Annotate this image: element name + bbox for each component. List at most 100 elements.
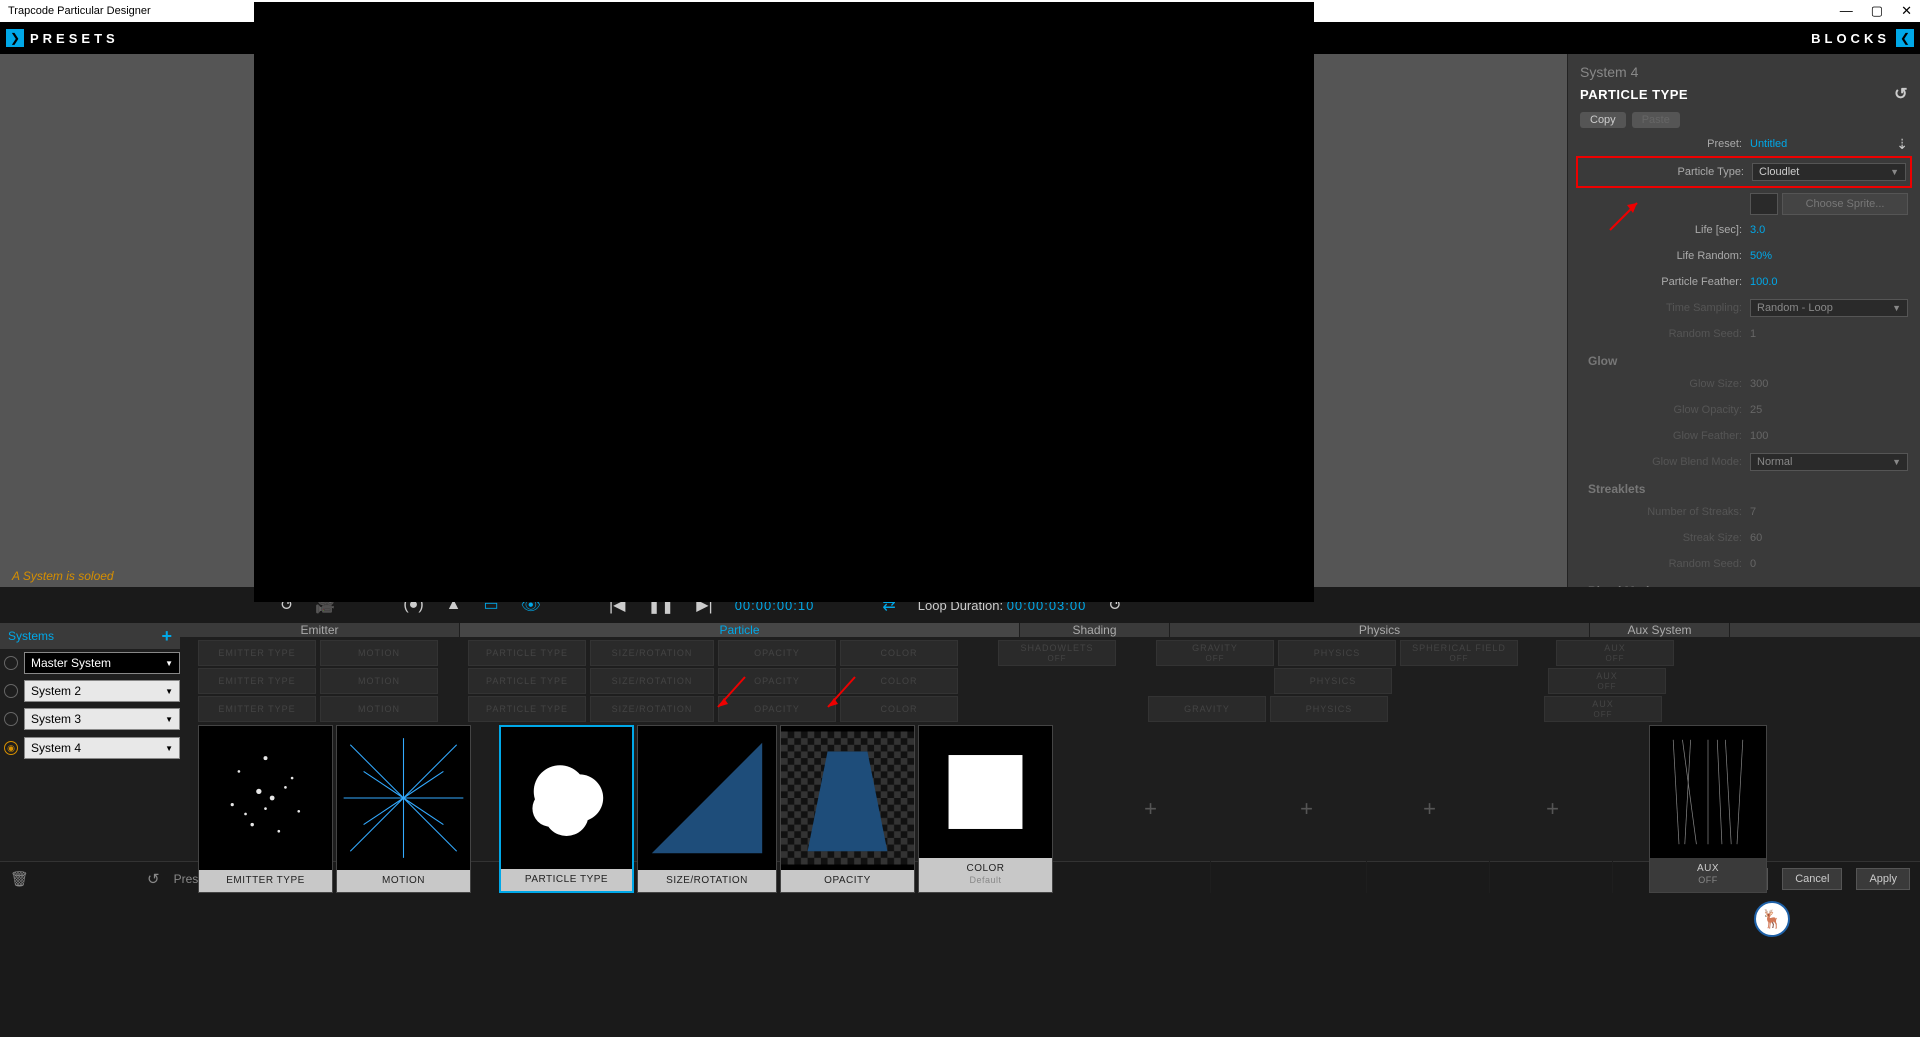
block-shadowlets[interactable]: SHADOWLETSOFF xyxy=(998,640,1116,666)
streaklets-section: Streaklets xyxy=(1588,482,1908,496)
block-emitter-type[interactable]: EMITTER TYPE xyxy=(198,668,316,694)
block-opacity[interactable]: OPACITY xyxy=(718,668,836,694)
col-aux[interactable]: Aux System xyxy=(1590,623,1730,637)
system-select-3[interactable]: System 3▼ xyxy=(24,708,180,730)
block-opacity[interactable]: OPACITY xyxy=(718,696,836,722)
block-row: EMITTER TYPE MOTION PARTICLE TYPE SIZE/R… xyxy=(180,695,1920,723)
block-size-rot[interactable]: SIZE/ROTATION xyxy=(590,668,714,694)
particle-type-select[interactable]: Cloudlet▼ xyxy=(1752,163,1906,181)
life-label: Life [sec]: xyxy=(1580,224,1750,236)
streak-rseed-value: 0 xyxy=(1750,558,1756,570)
window-title: Trapcode Particular Designer xyxy=(8,5,151,17)
eye-icon-master[interactable] xyxy=(4,656,18,670)
eye-icon-4[interactable]: ◉ xyxy=(4,741,18,755)
system-select-master[interactable]: Master System▼ xyxy=(24,652,180,674)
block-color[interactable]: COLOR xyxy=(840,696,958,722)
col-emitter[interactable]: Emitter xyxy=(180,623,460,637)
paste-button[interactable]: Paste xyxy=(1632,112,1680,128)
choose-sprite-button[interactable]: Choose Sprite... xyxy=(1782,193,1908,215)
add-physics-button[interactable]: + xyxy=(1370,725,1490,893)
thumb-aux[interactable]: AUXOFF xyxy=(1649,725,1767,893)
random-seed-value: 1 xyxy=(1750,328,1756,340)
col-shading[interactable]: Shading xyxy=(1020,623,1170,637)
thumb-motion[interactable]: MOTION xyxy=(336,725,471,893)
block-aux[interactable]: AUXOFF xyxy=(1548,668,1666,694)
glow-blend-label: Glow Blend Mode: xyxy=(1580,456,1750,468)
glow-blend-select: Normal▼ xyxy=(1750,453,1908,471)
add-gravity-button[interactable]: + xyxy=(1247,725,1367,893)
block-physics[interactable]: PHYSICS xyxy=(1270,696,1388,722)
block-opacity[interactable]: OPACITY xyxy=(718,640,836,666)
presets-toggle-button[interactable]: ❯ xyxy=(6,29,24,47)
thumb-color[interactable]: COLORDefault xyxy=(918,725,1053,893)
properties-panel: System 4 PARTICLE TYPE ↺ Copy Paste Pres… xyxy=(1567,54,1920,587)
glow-feather-label: Glow Feather: xyxy=(1580,430,1750,442)
feather-label: Particle Feather: xyxy=(1580,276,1750,288)
add-shading-button[interactable]: + xyxy=(1091,725,1211,893)
reset-icon[interactable]: ↺ xyxy=(1894,84,1908,104)
block-gravity[interactable]: GRAVITY xyxy=(1148,696,1266,722)
life-random-label: Life Random: xyxy=(1580,250,1750,262)
glow-opacity-value: 25 xyxy=(1750,404,1762,416)
footer-reset-icon[interactable]: ↺ xyxy=(147,870,160,888)
block-aux[interactable]: AUXOFF xyxy=(1556,640,1674,666)
thumb-opacity[interactable]: OPACITY xyxy=(780,725,915,893)
preview-canvas[interactable] xyxy=(254,2,1314,602)
blocks-label[interactable]: BLOCKS xyxy=(1811,31,1890,46)
panel-system-title: System 4 xyxy=(1580,64,1908,80)
life-random-value[interactable]: 50% xyxy=(1750,250,1772,262)
block-particle-type[interactable]: PARTICLE TYPE xyxy=(468,640,586,666)
time-sampling-select: Random - Loop▼ xyxy=(1750,299,1908,317)
watermark-badge: 🦌 xyxy=(1754,901,1790,937)
block-particle-type[interactable]: PARTICLE TYPE xyxy=(468,668,586,694)
block-particle-type[interactable]: PARTICLE TYPE xyxy=(468,696,586,722)
window-minimize-icon[interactable]: — xyxy=(1840,3,1853,19)
eye-icon-3[interactable] xyxy=(4,712,18,726)
glow-section: Glow xyxy=(1588,354,1908,368)
block-motion[interactable]: MOTION xyxy=(320,640,438,666)
glow-size-label: Glow Size: xyxy=(1580,378,1750,390)
sprite-swatch[interactable] xyxy=(1750,193,1778,215)
window-close-icon[interactable]: ✕ xyxy=(1901,3,1912,19)
time-sampling-label: Time Sampling: xyxy=(1580,302,1750,314)
block-emitter-type[interactable]: EMITTER TYPE xyxy=(198,640,316,666)
block-physics[interactable]: PHYSICS xyxy=(1278,640,1396,666)
block-emitter-type[interactable]: EMITTER TYPE xyxy=(198,696,316,722)
thumb-size-rotation[interactable]: SIZE/ROTATION xyxy=(637,725,777,893)
col-particle[interactable]: Particle xyxy=(460,623,1020,637)
block-motion[interactable]: MOTION xyxy=(320,696,438,722)
life-value[interactable]: 3.0 xyxy=(1750,224,1765,236)
system-select-2[interactable]: System 2▼ xyxy=(24,680,180,702)
streak-size-label: Streak Size: xyxy=(1580,532,1750,544)
block-aux[interactable]: AUXOFF xyxy=(1544,696,1662,722)
block-color[interactable]: COLOR xyxy=(840,640,958,666)
save-preset-icon[interactable]: ⇣ xyxy=(1896,136,1908,153)
add-spherical-button[interactable]: + xyxy=(1493,725,1613,893)
block-spherical[interactable]: SPHERICAL FIELDOFF xyxy=(1400,640,1518,666)
systems-header: Systems xyxy=(8,629,54,643)
block-color[interactable]: COLOR xyxy=(840,668,958,694)
thumb-particle-type[interactable]: PARTICLE TYPE xyxy=(499,725,634,893)
system-select-4[interactable]: System 4▼ xyxy=(24,737,180,759)
preset-value[interactable]: Untitled xyxy=(1750,138,1896,150)
glow-feather-value: 100 xyxy=(1750,430,1768,442)
col-physics[interactable]: Physics xyxy=(1170,623,1590,637)
block-size-rot[interactable]: SIZE/ROTATION xyxy=(590,640,714,666)
block-gravity[interactable]: GRAVITYOFF xyxy=(1156,640,1274,666)
trash-icon[interactable]: 🗑 xyxy=(10,870,29,888)
blocks-toggle-button[interactable]: ❮ xyxy=(1896,29,1914,47)
solo-message: A System is soloed xyxy=(12,569,114,583)
glow-opacity-label: Glow Opacity: xyxy=(1580,404,1750,416)
block-size-rot[interactable]: SIZE/ROTATION xyxy=(590,696,714,722)
window-maximize-icon[interactable]: ▢ xyxy=(1871,3,1883,19)
presets-label[interactable]: PRESETS xyxy=(30,31,119,46)
copy-button[interactable]: Copy xyxy=(1580,112,1626,128)
particle-type-label: Particle Type: xyxy=(1582,166,1752,178)
block-physics[interactable]: PHYSICS xyxy=(1274,668,1392,694)
block-motion[interactable]: MOTION xyxy=(320,668,438,694)
thumb-emitter-type[interactable]: EMITTER TYPE xyxy=(198,725,333,893)
feather-value[interactable]: 100.0 xyxy=(1750,276,1778,288)
add-system-icon[interactable]: + xyxy=(161,626,172,647)
eye-icon-2[interactable] xyxy=(4,684,18,698)
block-row: EMITTER TYPE MOTION PARTICLE TYPE SIZE/R… xyxy=(180,639,1920,667)
